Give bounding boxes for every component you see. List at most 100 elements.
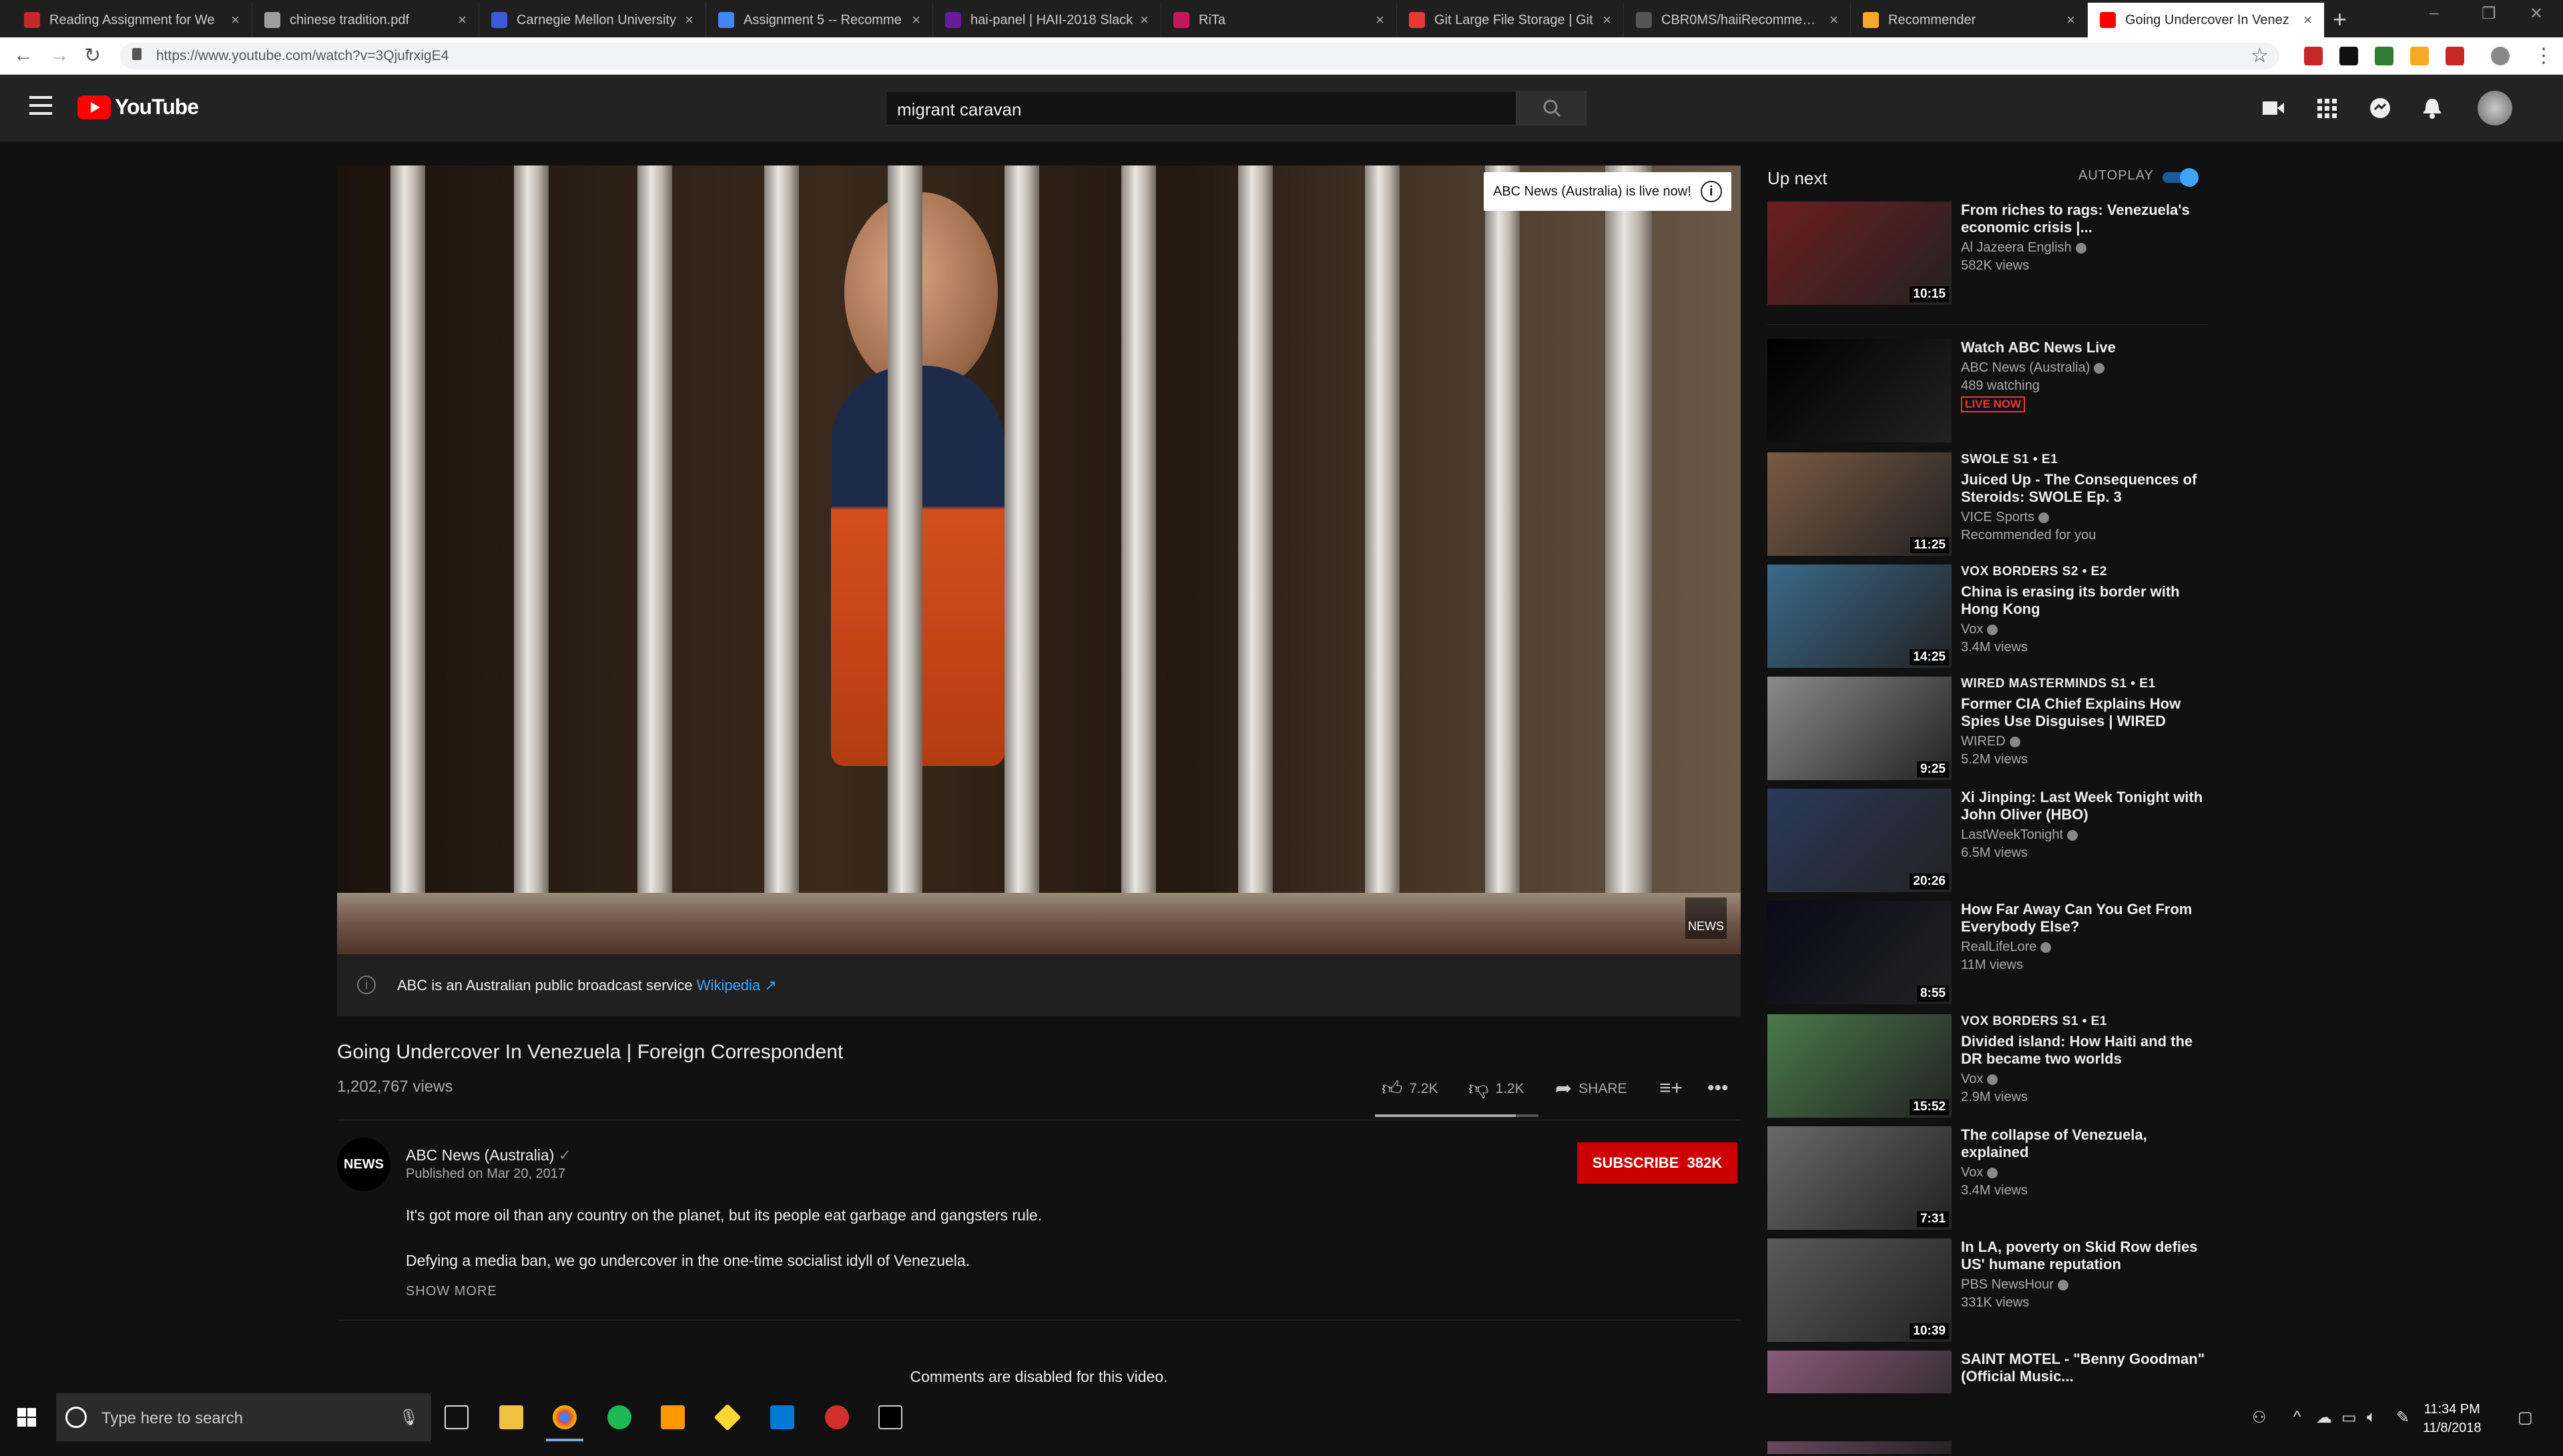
search-query[interactable]: migrant caravan (897, 99, 1021, 120)
browser-tab[interactable]: chinese tradition.pdf × (252, 3, 479, 37)
onedrive-icon[interactable]: ☁ (2316, 1408, 2332, 1427)
video-thumbnail[interactable]: 15:52 (1767, 1014, 1952, 1118)
video-thumbnail[interactable]: 8:55 (1767, 901, 1952, 1004)
tab-title[interactable]: Assignment 5 -- Recomme (744, 13, 905, 28)
recommended-video-title[interactable]: The collapse of Venezuela, explained (1961, 1126, 2208, 1161)
video-thumbnail[interactable]: 9:25 (1767, 677, 1952, 780)
video-thumbnail[interactable]: 7:31 (1767, 1126, 1952, 1230)
system-clock[interactable]: 11:34 PM 11/8/2018 (2423, 1400, 2482, 1437)
channel-watermark[interactable]: NEWS (1685, 897, 1727, 939)
taskbar-search-placeholder[interactable]: Type here to search (101, 1409, 243, 1428)
recommended-video-title[interactable]: Divided island: How Haiti and the DR bec… (1961, 1033, 2208, 1068)
recommended-video-title[interactable]: Xi Jinping: Last Week Tonight with John … (1961, 789, 2208, 823)
extension-icon[interactable] (2339, 47, 2358, 65)
tab-title[interactable]: hai-panel | HAII-2018 Slack (970, 13, 1133, 28)
video-thumbnail[interactable]: 14:25 (1767, 565, 1952, 668)
video-thumbnail[interactable]: 11:25 (1767, 452, 1952, 556)
show-more-button[interactable]: SHOW MORE (406, 1284, 497, 1299)
close-window-icon[interactable]: ✕ (2530, 4, 2543, 23)
task-view-icon[interactable] (445, 1405, 469, 1429)
tab-title[interactable]: Going Undercover In Venez (2125, 13, 2297, 28)
tab-title[interactable]: Recommender (1888, 13, 2060, 28)
dislike-button[interactable]: 👎︎ 1.2K (1468, 1077, 1524, 1101)
recommended-video[interactable]: 11:25 SWOLE S1 • E1 Juiced Up - The Conseq… (1767, 452, 2208, 558)
recommended-video-title[interactable]: SAINT MOTEL - "Benny Goodman" (Official … (1961, 1351, 2208, 1385)
recommended-video[interactable]: 15:52 VOX BORDERS S1 • E1 Divided island: … (1767, 1014, 2208, 1120)
url-text[interactable]: https://www.youtube.com/watch?v=3Qjufrxi… (156, 48, 449, 64)
network-icon[interactable]: ▭ (2341, 1408, 2357, 1427)
recommended-video-title[interactable]: Former CIA Chief Explains How Spies Use … (1961, 695, 2208, 730)
tab-close-icon[interactable]: × (1603, 11, 1611, 29)
browser-tab[interactable]: RiTa × (1161, 3, 1397, 37)
recommended-video[interactable]: 14:25 VOX BORDERS S2 • E2 China is erasing… (1767, 565, 2208, 670)
hamburger-menu-icon[interactable] (29, 96, 52, 116)
windows-start-icon[interactable] (17, 1408, 36, 1427)
browser-tab[interactable]: Reading Assignment for We × (12, 3, 252, 37)
forward-icon[interactable]: → (49, 44, 69, 67)
video-thumbnail[interactable]: 10:15 (1767, 202, 1952, 305)
account-avatar[interactable] (2478, 91, 2512, 125)
recommended-video[interactable]: 7:31 The collapse of Venezuela, explained… (1767, 1126, 2208, 1232)
tab-close-icon[interactable]: × (2303, 11, 2312, 29)
adobe-icon[interactable] (825, 1405, 849, 1429)
tab-title[interactable]: CBR0MS/haiiRecommende (1661, 13, 1823, 28)
recommended-video-title[interactable]: China is erasing its border with Hong Ko… (1961, 583, 2208, 618)
channel-name-text[interactable]: ABC News (Australia) (406, 1146, 554, 1164)
tab-close-icon[interactable]: × (685, 11, 693, 29)
tab-close-icon[interactable]: × (2066, 11, 2075, 29)
recommended-video[interactable]: 9:25 WIRED MASTERMINDS S1 • E1 Former CIA … (1767, 677, 2208, 782)
video-thumbnail[interactable] (1767, 339, 1952, 442)
people-icon[interactable]: ⚇ (2252, 1408, 2267, 1427)
wikipedia-link[interactable]: Wikipedia (697, 977, 760, 994)
browser-tab[interactable]: Assignment 5 -- Recomme × (706, 3, 933, 37)
new-tab-button[interactable]: + (2333, 5, 2347, 33)
bookmark-star-icon[interactable]: ☆ (2251, 44, 2269, 67)
browser-tab[interactable]: Git Large File Storage | Git × (1397, 3, 1624, 37)
tab-title[interactable]: RiTa (1199, 13, 1369, 28)
sketchup-icon[interactable] (714, 1403, 742, 1431)
tab-title[interactable]: Git Large File Storage | Git (1434, 13, 1596, 28)
chrome-icon[interactable] (553, 1405, 577, 1429)
video-thumbnail[interactable]: 20:26 (1767, 789, 1952, 892)
reload-icon[interactable]: ↻ (84, 44, 101, 67)
tab-title[interactable]: Carnegie Mellon University (517, 13, 678, 28)
extension-icon[interactable] (2304, 47, 2323, 65)
tab-title[interactable]: Reading Assignment for We (49, 13, 224, 28)
recommended-video[interactable]: 8:55 How Far Away Can You Get From Everyb… (1767, 901, 2208, 1006)
live-now-banner[interactable]: ABC News (Australia) is live now! i (1484, 172, 1731, 211)
tab-close-icon[interactable]: × (231, 11, 240, 29)
channel-avatar[interactable]: NEWS (337, 1138, 390, 1191)
terminal-icon[interactable] (878, 1405, 902, 1429)
search-input[interactable]: migrant caravan (886, 91, 1516, 125)
tab-close-icon[interactable]: × (912, 11, 920, 29)
profile-avatar[interactable] (2491, 47, 2510, 65)
browser-tab[interactable]: Carnegie Mellon University × (479, 3, 706, 37)
back-icon[interactable]: ← (13, 44, 33, 67)
recommended-video-title[interactable]: Watch ABC News Live (1961, 339, 2208, 356)
minimize-icon[interactable]: – (2430, 4, 2438, 23)
browser-menu-icon[interactable]: ⋮ (2534, 44, 2554, 67)
recommended-video-title[interactable]: Juiced Up - The Consequences of Steroids… (1961, 471, 2208, 506)
browser-tab[interactable]: Recommender × (1851, 3, 2088, 37)
omnibox[interactable]: https://www.youtube.com/watch?v=3Qjufrxi… (120, 43, 2279, 69)
more-actions-button[interactable]: ••• (1707, 1077, 1735, 1100)
channel-name[interactable]: ABC News (Australia) ✓ (406, 1146, 571, 1164)
notifications-bell-icon[interactable] (2419, 95, 2446, 121)
browser-tab[interactable]: CBR0MS/haiiRecommende × (1624, 3, 1851, 37)
tab-title[interactable]: chinese tradition.pdf (290, 13, 451, 28)
spotify-icon[interactable] (607, 1405, 631, 1429)
recommended-video[interactable]: 20:26 Xi Jinping: Last Week Tonight with … (1767, 789, 2208, 894)
recommended-video-title[interactable]: In LA, poverty on Skid Row defies US' hu… (1961, 1238, 2208, 1273)
recommended-video[interactable]: 10:39 In LA, poverty on Skid Row defies U… (1767, 1238, 2208, 1344)
browser-tab[interactable]: Going Undercover In Venez × (2088, 3, 2325, 37)
like-button[interactable]: 👍︎ 7.2K (1382, 1077, 1438, 1101)
pen-icon[interactable]: ✎ (2396, 1408, 2409, 1427)
youtube-logo[interactable]: YouTube (77, 95, 199, 119)
tab-close-icon[interactable]: × (1140, 11, 1149, 29)
outlook-icon[interactable] (770, 1405, 794, 1429)
file-explorer-icon[interactable] (499, 1405, 523, 1429)
create-video-icon[interactable] (2260, 95, 2287, 121)
volume-icon[interactable]: 🔈︎ (2367, 1408, 2376, 1427)
recommended-video[interactable]: 10:15 From riches to rags: Venezuela's ec… (1767, 202, 2208, 307)
extension-icon[interactable] (2375, 47, 2393, 65)
